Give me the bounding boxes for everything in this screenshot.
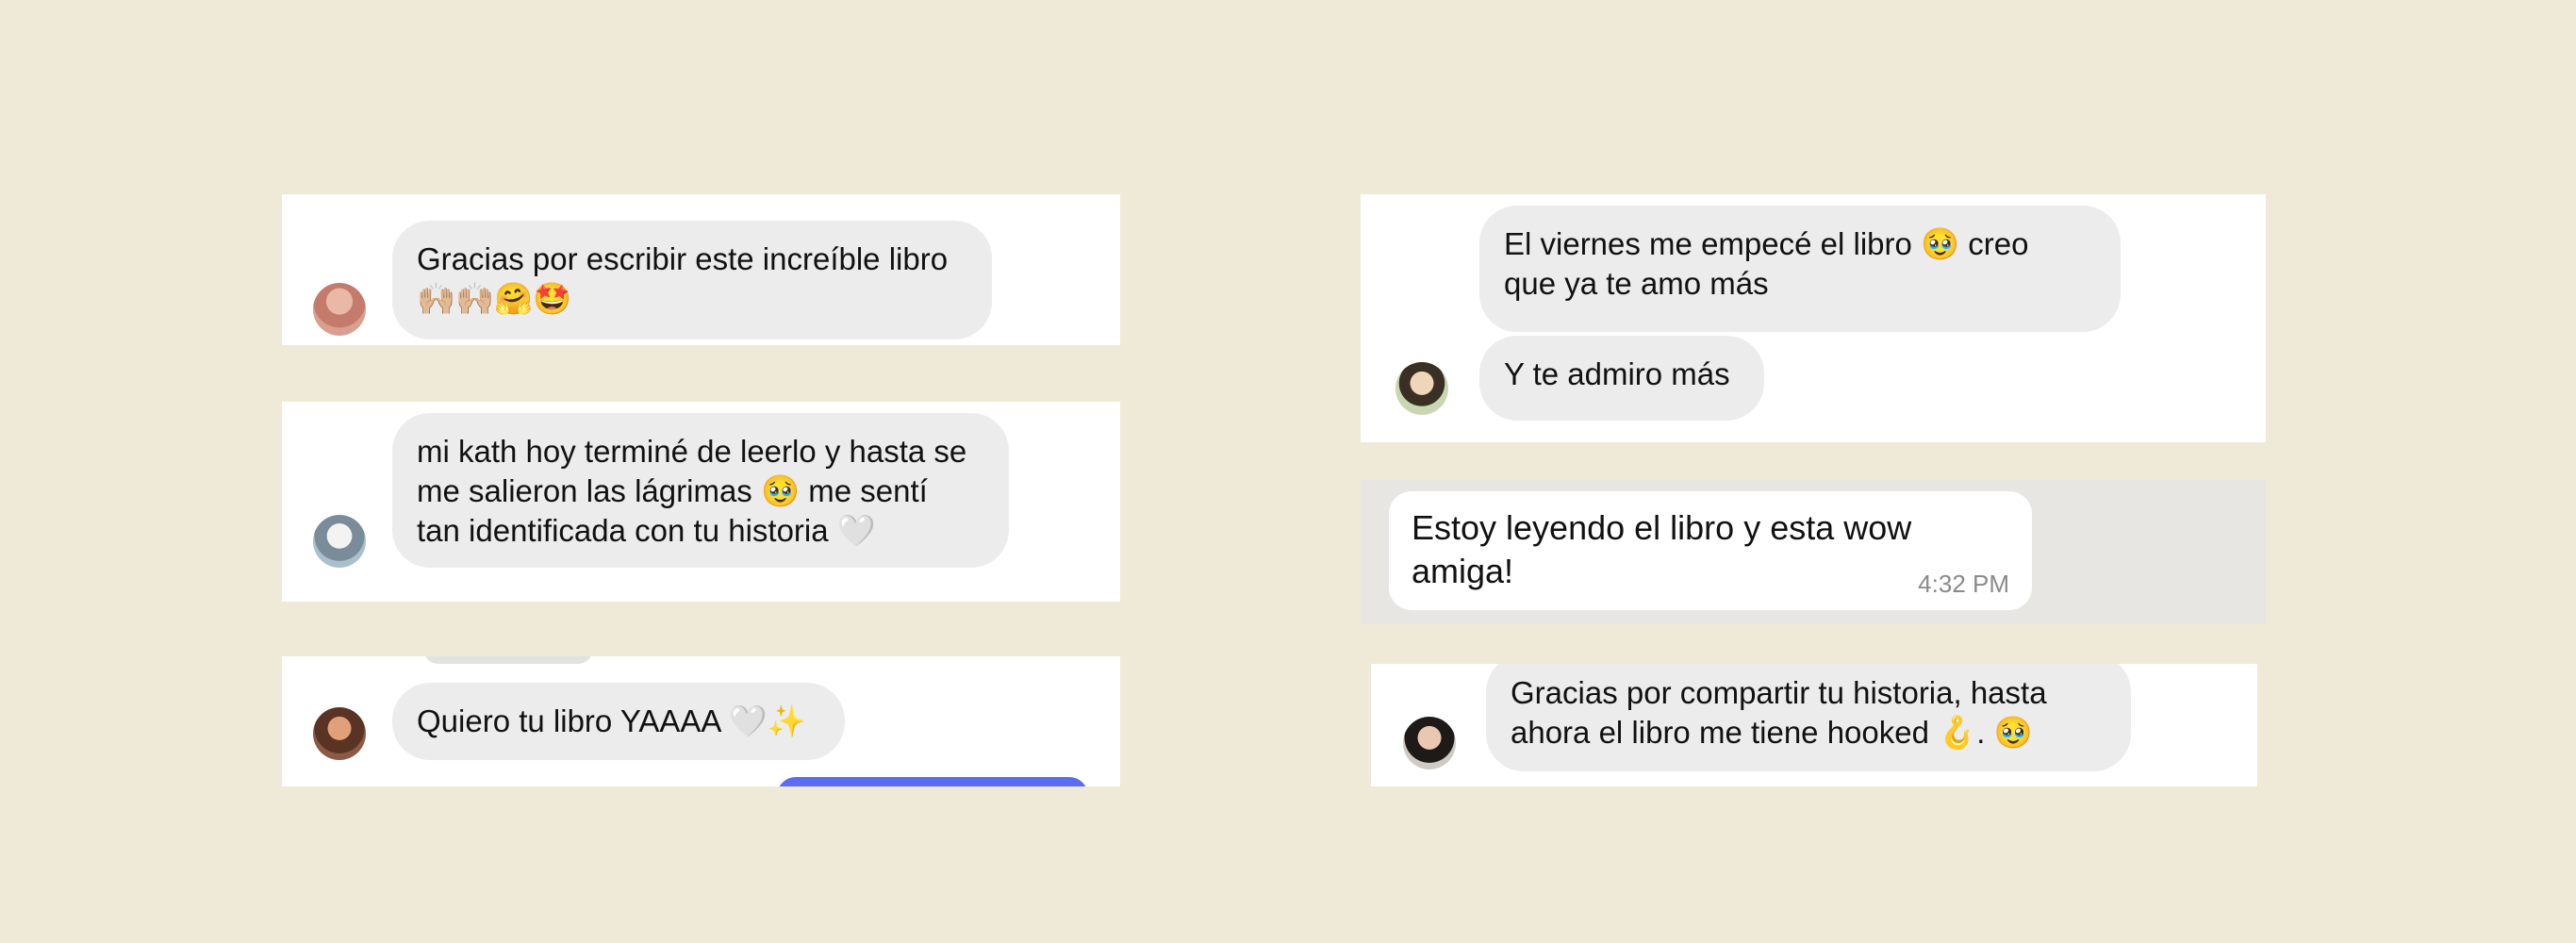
avatar[interactable] (1395, 362, 1448, 415)
avatar[interactable] (313, 283, 366, 336)
dm-screenshot-2: mi kath hoy terminé de leerlo y hasta se… (282, 402, 1120, 602)
message-bubble: mi kath hoy terminé de leerlo y hasta se… (392, 413, 1009, 568)
whatsapp-screenshot: Estoy leyendo el libro y esta wow amiga!… (1361, 480, 2266, 624)
avatar[interactable] (313, 515, 366, 568)
message-bubble: El viernes me empecé el libro 🥹 creo que… (1479, 206, 2121, 332)
dm-screenshot-3: Quiero tu libro YAAAA 🤍✨ (282, 656, 1120, 786)
message-bubble: Gracias por compartir tu historia, hasta… (1486, 664, 2131, 771)
partial-message-bubble (423, 656, 593, 664)
sent-message-edge (777, 777, 1088, 786)
avatar[interactable] (313, 707, 366, 760)
message-bubble: Estoy leyendo el libro y esta wow amiga!… (1389, 491, 2032, 610)
message-bubble: Y te admiro más (1479, 336, 1764, 421)
message-bubble: Gracias por escribir este increíble libr… (392, 221, 992, 339)
dm-screenshot-4: El viernes me empecé el libro 🥹 creo que… (1361, 194, 2266, 442)
message-bubble: Quiero tu libro YAAAA 🤍✨ (392, 683, 845, 760)
dm-screenshot-6: Gracias por compartir tu historia, hasta… (1371, 664, 2257, 786)
message-timestamp: 4:32 PM (1918, 570, 2009, 598)
dm-screenshot-1: Gracias por escribir este increíble libr… (282, 194, 1120, 345)
avatar[interactable] (1403, 717, 1456, 769)
